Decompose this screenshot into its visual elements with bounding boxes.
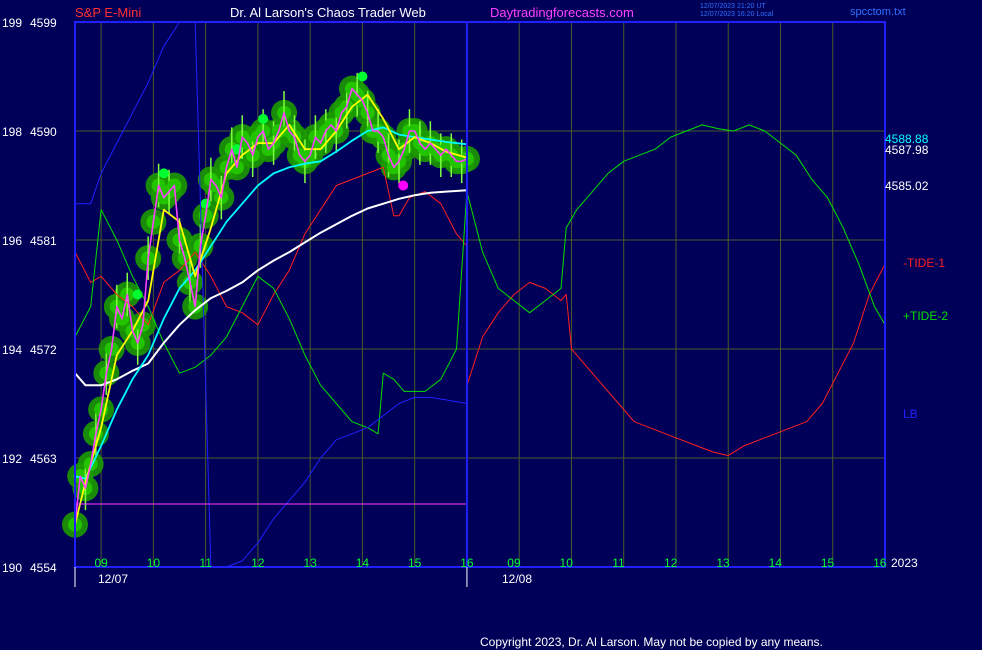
x-hour-label: 15: [408, 556, 422, 570]
symbol-label: S&P E-Mini: [75, 5, 141, 20]
timestamp-ut: 12/07/2023 21:20 UT: [700, 3, 766, 10]
x-hour-label: 16: [873, 556, 887, 570]
swing-peak-marker: [132, 289, 143, 300]
x-hour-label: 12: [251, 556, 265, 570]
y-price-label: 4572: [30, 343, 57, 357]
right-value-label: 4587.98: [885, 143, 929, 157]
swing-peak-marker: [158, 168, 169, 179]
y-price-label: 4563: [30, 452, 57, 466]
timestamp-local: 12/07/2023 16:20 Local: [700, 11, 774, 18]
swing-peak-marker: [258, 113, 269, 124]
chaos-trader-chart: 199 4599 198 4590 196 4581 194 4572 192 4563 190 45…: [0, 0, 982, 650]
y-angle-label: 194: [2, 343, 22, 357]
y-angle-label: 192: [2, 452, 22, 466]
x-hour-label: 10: [147, 556, 161, 570]
y-price-label: 4581: [30, 234, 57, 248]
x-date-label: 12/07: [98, 572, 128, 586]
y-price-label: 4554: [30, 561, 57, 575]
x-hour-label: 14: [356, 556, 370, 570]
x-hour-label: 13: [303, 556, 317, 570]
swing-peak-marker: [357, 71, 368, 82]
legend-entry: LB: [903, 407, 918, 421]
y-angle-label: 198: [2, 125, 22, 139]
y-price-label: 4599: [30, 16, 57, 30]
swing-peak-marker: [200, 198, 211, 209]
filename-label: spcctom.txt: [850, 6, 906, 18]
y-angle-label: 199: [2, 16, 22, 30]
y-price-label: 4590: [30, 125, 57, 139]
x-year-label: 2023: [891, 556, 918, 570]
x-hour-label: 14: [769, 556, 783, 570]
y-angle-label: 196: [2, 234, 22, 248]
x-date-label: 12/08: [502, 572, 532, 586]
x-hour-label: 13: [716, 556, 730, 570]
x-hour-label: 11: [199, 556, 212, 570]
chart-title: Dr. Al Larson's Chaos Trader Web: [230, 5, 426, 20]
right-value-label: 4585.02: [885, 179, 929, 193]
x-hour-label: 15: [821, 556, 835, 570]
x-hour-label: 12: [664, 556, 678, 570]
x-hour-label: 11: [612, 556, 625, 570]
y-angle-label: 190: [2, 561, 22, 575]
site-link[interactable]: Daytradingforecasts.com: [490, 5, 634, 20]
x-hour-label: 16: [460, 556, 474, 570]
copyright-text: Copyright 2023, Dr. Al Larson. May not b…: [480, 635, 823, 649]
x-hour-label: 10: [560, 556, 574, 570]
x-hour-label: 09: [94, 556, 108, 570]
legend-entry: +TIDE-2: [903, 309, 948, 323]
x-hour-label: 09: [507, 556, 521, 570]
legend-entry: -TIDE-1: [903, 256, 945, 270]
pivot-dot: [398, 180, 409, 191]
